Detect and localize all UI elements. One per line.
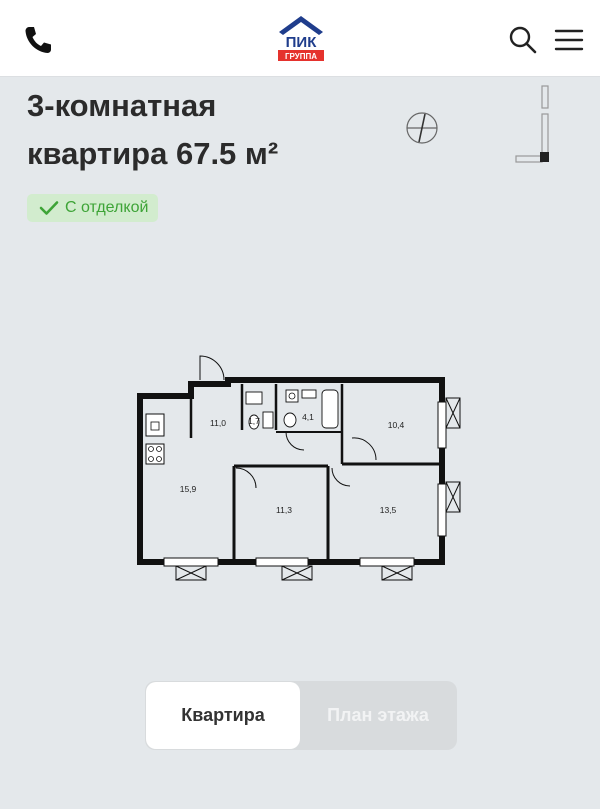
room-label: 11,0 (210, 418, 226, 428)
phone-icon[interactable] (22, 24, 54, 56)
room-label: 10,4 (388, 420, 405, 430)
room-label: 15,9 (180, 484, 197, 494)
room-label: 11,3 (276, 505, 292, 515)
logo-subtext: ГРУППА (285, 52, 317, 61)
apartment-view-tab[interactable]: Квартира (146, 682, 300, 749)
title-line-2: квартира 67.5 м² (27, 136, 279, 171)
finish-badge-label: С отделкой (65, 199, 149, 216)
compass-icon (406, 112, 438, 144)
floor-plan-view-tab[interactable]: План этажа (301, 682, 455, 749)
finish-badge: С отделкой (27, 194, 159, 222)
logo-icon[interactable]: ПИК ГРУППА (276, 14, 326, 64)
view-toggle: Квартира План этажа (145, 681, 457, 750)
floor-plan: 11,0 1,7 4,1 10,4 15,9 11,3 13,5 (137, 355, 461, 581)
building-section-scheme (515, 85, 549, 163)
logo-text: ПИК (286, 34, 318, 51)
search-icon[interactable] (508, 25, 538, 55)
checkmark-icon (39, 201, 59, 215)
room-label: 13,5 (380, 505, 397, 515)
room-label: 4,1 (302, 412, 314, 422)
room-label: 1,7 (248, 416, 260, 426)
apartment-title: 3-комнатная квартира 67.5 м² (27, 82, 357, 178)
title-line-1: 3-комнатная (27, 88, 217, 123)
header: ПИК ГРУППА (0, 0, 600, 77)
menu-icon[interactable] (554, 27, 584, 53)
